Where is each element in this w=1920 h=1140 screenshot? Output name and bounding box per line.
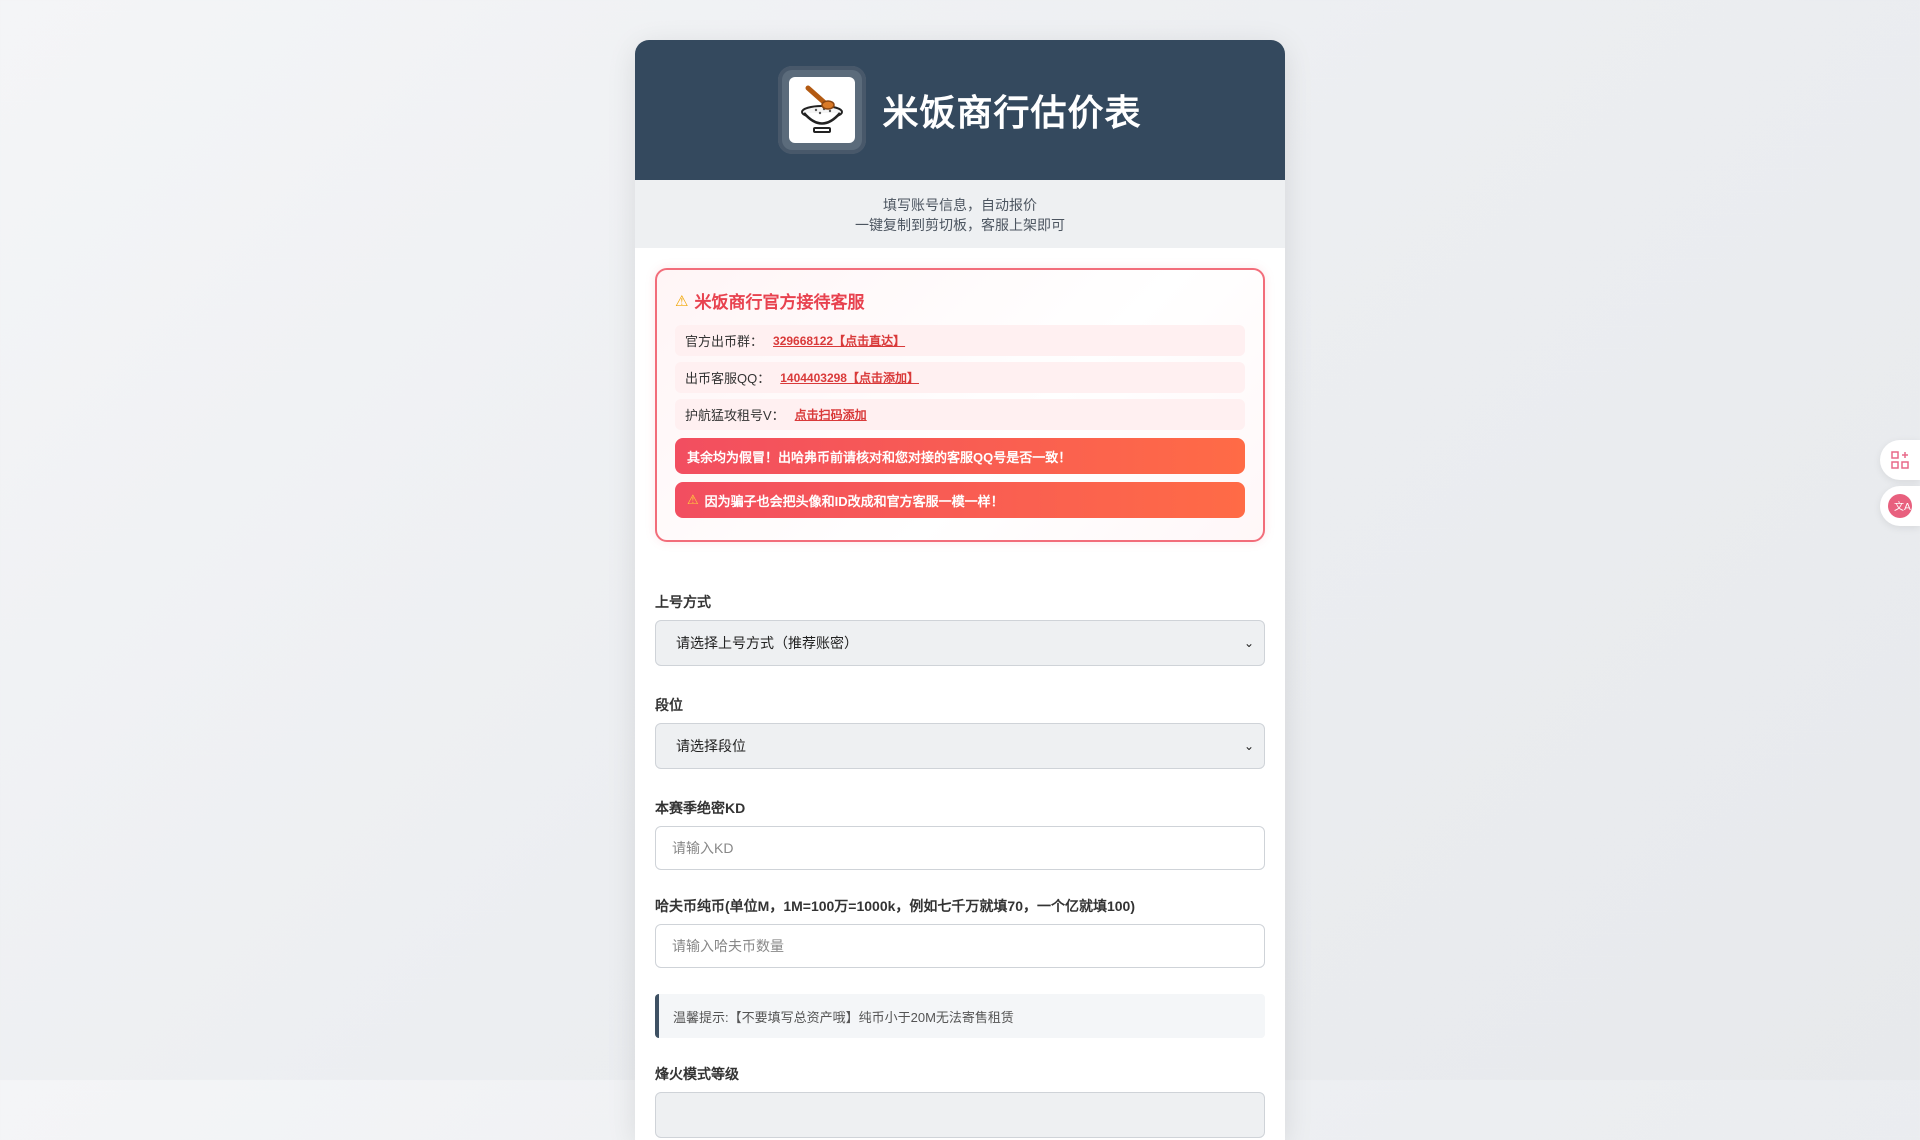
beacon-label: 烽火模式等级	[655, 1066, 739, 1082]
info-row-wechat: 护航猛攻租号V： 点击扫码添加	[675, 399, 1245, 430]
tip-box: 温馨提示:【不要填写总资产哦】纯币小于20M无法寄售租赁	[655, 994, 1265, 1038]
coins-input[interactable]: 请输入哈夫币数量	[655, 924, 1265, 968]
kd-input[interactable]: 请输入KD	[655, 826, 1265, 870]
info-row-group: 官方出币群： 329668122【点击直达】	[675, 325, 1245, 356]
rice-bowl-icon	[789, 77, 856, 143]
beacon-select[interactable]	[655, 1092, 1265, 1138]
apps-icon[interactable]	[1880, 440, 1920, 480]
notice-title: 米饭商行官方接待客服	[694, 293, 865, 312]
translate-icon[interactable]: 文A	[1880, 486, 1920, 526]
wechat-link[interactable]: 点击扫码添加	[795, 406, 867, 423]
warning-icon: ⚠	[687, 492, 699, 507]
alert-scam-warning: ⚠ 因为骗子也会把头像和ID改成和官方客服一模一样！	[675, 482, 1245, 518]
rank-label: 段位	[655, 697, 683, 713]
logo	[778, 66, 867, 154]
coins-placeholder: 请输入哈夫币数量	[672, 938, 784, 954]
header: 米饭商行估价表	[635, 40, 1285, 180]
kd-label: 本赛季绝密KD	[655, 800, 746, 816]
kd-placeholder: 请输入KD	[672, 840, 734, 856]
warning-icon: ⚠	[675, 292, 689, 310]
info-row-qq: 出币客服QQ： 1404403298【点击添加】	[675, 362, 1245, 393]
group-link[interactable]: 329668122【点击直达】	[773, 332, 905, 349]
subtitle-line-2: 一键复制到剪切板，客服上架即可	[855, 217, 1065, 233]
login-method-select[interactable]: 请选择上号方式（推荐账密） ⌄	[655, 620, 1265, 666]
coins-label: 哈夫币纯币(单位M，1M=100万=1000k，例如七千万就填70，一个亿就填1…	[655, 898, 1136, 914]
quote-form: 上号方式 请选择上号方式（推荐账密） ⌄ 段位 请选择段位 ⌄ 本赛季绝密KD …	[655, 592, 1265, 1138]
alert-text-2: 因为骗子也会把头像和ID改成和官方客服一模一样！	[704, 493, 1004, 509]
login-method-label: 上号方式	[655, 594, 711, 610]
chevron-down-icon: ⌄	[1243, 636, 1254, 650]
alert-text-1: 其余均为假冒！出哈弗币前请核对和您对接的客服QQ号是否一致！	[687, 449, 1072, 465]
qq-link[interactable]: 1404403298【点击添加】	[780, 369, 919, 386]
rank-value: 请选择段位	[676, 738, 746, 754]
subtitle-line-1: 填写账号信息，自动报价	[883, 197, 1037, 213]
main-card: 米饭商行估价表 填写账号信息，自动报价 一键复制到剪切板，客服上架即可 ⚠ 米饭…	[635, 40, 1285, 1140]
alert-fake-warning: 其余均为假冒！出哈弗币前请核对和您对接的客服QQ号是否一致！	[675, 438, 1245, 474]
subtitle: 填写账号信息，自动报价 一键复制到剪切板，客服上架即可	[635, 180, 1285, 248]
page-title: 米饭商行估价表	[882, 92, 1142, 133]
login-method-value: 请选择上号方式（推荐账密）	[676, 635, 858, 651]
svg-text:文A: 文A	[1894, 500, 1911, 513]
qq-label: 出币客服QQ：	[685, 371, 771, 386]
rank-select[interactable]: 请选择段位 ⌄	[655, 723, 1265, 769]
wechat-label: 护航猛攻租号V：	[685, 408, 785, 423]
official-notice: ⚠ 米饭商行官方接待客服 官方出币群： 329668122【点击直达】 出币客服…	[655, 268, 1265, 542]
group-label: 官方出币群：	[685, 334, 764, 349]
chevron-down-icon: ⌄	[1243, 739, 1254, 753]
